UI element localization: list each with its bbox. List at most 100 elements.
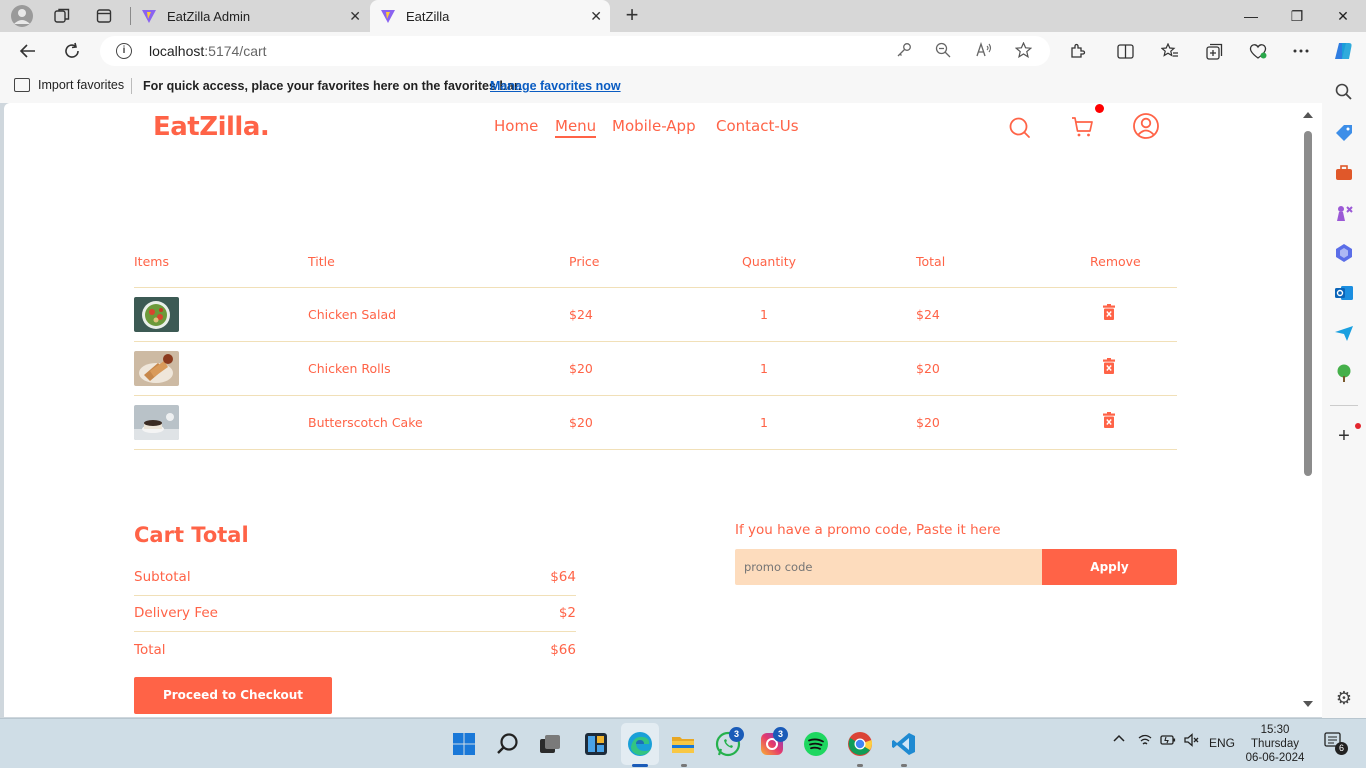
more-options-icon[interactable] <box>1288 39 1314 63</box>
zoom-out-icon[interactable] <box>933 42 953 60</box>
import-favorites-button[interactable]: Import favorites <box>14 78 124 92</box>
tree-icon[interactable] <box>1334 363 1354 383</box>
language-indicator[interactable]: ENG <box>1209 736 1235 750</box>
collections-icon[interactable] <box>1201 39 1227 63</box>
clock[interactable]: 15:30 Thursday 06-06-2024 <box>1240 723 1310 765</box>
browser-essentials-icon[interactable] <box>1245 39 1271 63</box>
item-total: $24 <box>916 307 940 322</box>
file-explorer-icon[interactable] <box>670 731 696 757</box>
table-divider <box>134 395 1177 396</box>
item-image-chicken-rolls <box>134 351 179 386</box>
send-icon[interactable] <box>1334 323 1354 343</box>
add-sidebar-app-icon[interactable]: + <box>1334 426 1354 446</box>
item-price: $20 <box>569 415 593 430</box>
col-header-quantity: Quantity <box>742 254 797 269</box>
import-icon <box>14 78 30 92</box>
minimize-button[interactable]: — <box>1228 0 1274 32</box>
read-aloud-icon[interactable] <box>974 41 994 60</box>
tray-chevron-icon[interactable] <box>1112 732 1126 749</box>
vite-logo-icon <box>380 8 396 24</box>
running-indicator <box>901 764 907 767</box>
col-header-items: Items <box>134 254 169 269</box>
outlook-icon[interactable] <box>1334 283 1354 303</box>
running-indicator-active <box>632 764 648 767</box>
profile-icon[interactable] <box>1132 112 1160 140</box>
volume-muted-icon[interactable] <box>1184 732 1200 751</box>
windows-taskbar: 3 3 ENG 15:30 Thursday 06-06-2024 6 <box>0 718 1366 768</box>
page-scrollbar[interactable] <box>1300 103 1314 717</box>
key-icon[interactable] <box>894 42 914 60</box>
summary-divider <box>134 631 576 632</box>
cart-icon[interactable] <box>1070 114 1096 140</box>
site-logo[interactable]: EatZilla. <box>153 112 270 142</box>
remove-item-icon[interactable] <box>1103 412 1115 428</box>
search-icon[interactable] <box>1007 114 1033 140</box>
address-bar[interactable]: i localhost:5174/cart <box>100 36 1050 66</box>
close-window-button[interactable]: ✕ <box>1320 0 1366 32</box>
nav-mobile-app[interactable]: Mobile-App <box>612 117 696 135</box>
microsoft365-icon[interactable] <box>1334 243 1354 263</box>
spotify-icon[interactable] <box>803 731 829 757</box>
shopping-tag-icon[interactable] <box>1334 123 1354 143</box>
subtotal-value: $64 <box>550 569 576 585</box>
tab-title: EatZilla <box>406 8 450 24</box>
refresh-icon[interactable] <box>59 39 85 63</box>
promo-label: If you have a promo code, Paste it here <box>735 522 1001 538</box>
favorites-icon[interactable] <box>1157 39 1183 63</box>
nav-home[interactable]: Home <box>494 117 538 135</box>
copilot-icon[interactable] <box>1331 39 1357 63</box>
favorite-star-icon[interactable] <box>1013 41 1033 60</box>
tab-actions-icon[interactable] <box>92 4 116 28</box>
new-tab-button[interactable]: + <box>620 4 644 28</box>
close-tab-icon[interactable]: ✕ <box>349 8 361 25</box>
item-quantity: 1 <box>760 415 768 430</box>
item-image-butterscotch-cake <box>134 405 179 440</box>
task-view-icon[interactable] <box>537 731 563 757</box>
extensions-icon[interactable] <box>1064 39 1090 63</box>
battery-icon[interactable] <box>1160 732 1176 751</box>
workspaces-icon[interactable] <box>50 4 74 28</box>
remove-item-icon[interactable] <box>1103 358 1115 374</box>
profile-avatar-icon[interactable] <box>10 4 34 28</box>
edge-browser-icon[interactable] <box>627 731 653 757</box>
scroll-down-arrow-icon[interactable] <box>1303 701 1313 707</box>
item-title: Chicken Salad <box>308 307 397 322</box>
widgets-icon[interactable] <box>583 731 609 757</box>
network-icon[interactable] <box>1137 732 1153 751</box>
url-text[interactable]: localhost:5174/cart <box>149 43 267 59</box>
nav-contact-us[interactable]: Contact-Us <box>716 117 799 135</box>
clock-time: 15:30 <box>1260 724 1290 736</box>
scroll-up-arrow-icon[interactable] <box>1303 112 1313 118</box>
remove-item-icon[interactable] <box>1103 304 1115 320</box>
manage-favorites-link[interactable]: Manage favorites now <box>490 79 621 93</box>
total-value: $66 <box>550 642 576 658</box>
taskbar-search-icon[interactable] <box>495 731 521 757</box>
games-icon[interactable] <box>1334 203 1354 223</box>
tab-eatzilla[interactable]: EatZilla ✕ <box>370 0 610 32</box>
apply-promo-button[interactable]: Apply <box>1042 549 1177 585</box>
sidebar-settings-icon[interactable]: ⚙ <box>1334 688 1354 708</box>
promo-code-input[interactable] <box>735 549 1042 585</box>
split-screen-icon[interactable] <box>1112 39 1138 63</box>
maximize-button[interactable]: ❐ <box>1274 0 1320 32</box>
vscode-icon[interactable] <box>891 731 917 757</box>
tools-icon[interactable] <box>1334 163 1354 183</box>
notification-dot <box>1355 423 1361 429</box>
back-icon[interactable] <box>15 39 41 63</box>
search-icon[interactable] <box>1334 82 1354 102</box>
clock-day: Thursday <box>1251 738 1299 750</box>
windows-start-icon[interactable] <box>451 731 477 757</box>
chrome-icon[interactable] <box>847 731 873 757</box>
scrollbar-thumb[interactable] <box>1304 131 1312 476</box>
site-info-icon[interactable]: i <box>116 43 132 59</box>
close-tab-icon[interactable]: ✕ <box>590 8 602 25</box>
item-quantity: 1 <box>760 361 768 376</box>
running-indicator <box>681 764 687 767</box>
instagram-badge: 3 <box>773 727 788 742</box>
tab-eatzilla-admin[interactable]: EatZilla Admin ✕ <box>131 0 369 32</box>
nav-menu[interactable]: Menu <box>555 117 597 138</box>
item-title: Butterscotch Cake <box>308 415 423 430</box>
col-header-total: Total <box>916 254 946 269</box>
proceed-to-checkout-button[interactable]: Proceed to Checkout <box>134 677 332 714</box>
vite-logo-icon <box>141 8 157 24</box>
